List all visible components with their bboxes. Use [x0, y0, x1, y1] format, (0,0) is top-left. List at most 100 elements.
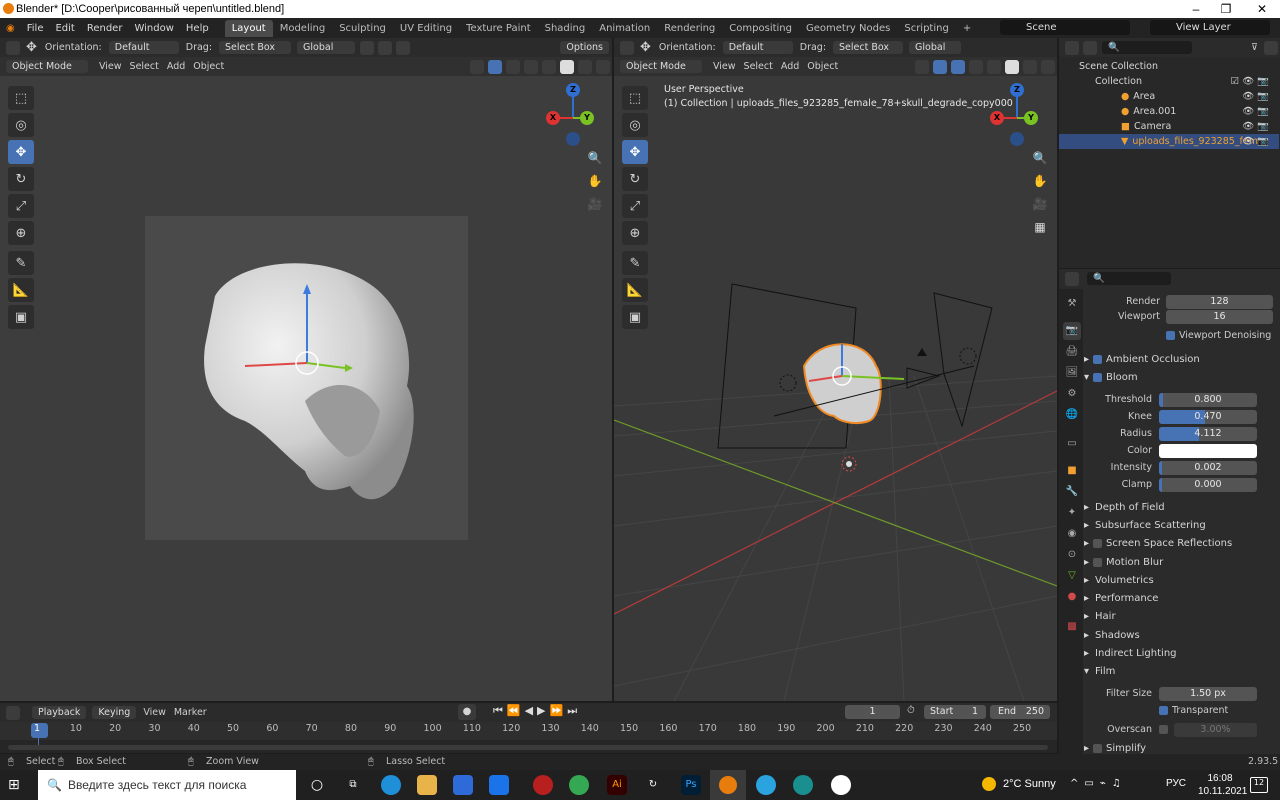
bloom-intensity-field[interactable]: 0.002 [1159, 461, 1257, 475]
zoom-icon[interactable]: 🔍 [1030, 148, 1050, 168]
material-tab-icon[interactable]: ● [1063, 588, 1081, 606]
drag-dropdown[interactable]: Select Box [833, 41, 904, 54]
timeline-scrollbar[interactable] [8, 745, 1048, 750]
notifications-icon[interactable]: 12 [1250, 777, 1268, 793]
playback-menu[interactable]: Playback [32, 706, 87, 719]
annotate-tool-icon[interactable]: ✎ [8, 251, 34, 275]
add-workspace-icon[interactable]: + [956, 20, 978, 37]
rotate-tool-icon[interactable]: ↻ [8, 167, 34, 191]
overscan-checkbox[interactable] [1159, 723, 1172, 737]
shading-solid-icon[interactable] [1005, 59, 1019, 74]
output-tab-icon[interactable]: 🖨 [1063, 343, 1081, 361]
bloom-section[interactable]: ▾ Bloom [1084, 369, 1274, 386]
rotate-tool-icon[interactable]: ↻ [622, 167, 648, 191]
outliner-item-area-001[interactable]: ● Area.001 👁 📷 [1059, 104, 1279, 119]
store-icon[interactable] [453, 775, 473, 795]
menu-render[interactable]: Render [81, 23, 129, 34]
cursor-tool-icon[interactable]: ◎ [8, 113, 34, 137]
render-samples-field[interactable]: 128 [1166, 295, 1273, 309]
film-transparent-checkbox[interactable]: Transparent [1159, 704, 1228, 718]
orientation-dropdown[interactable]: Default [108, 41, 179, 54]
options-dropdown[interactable]: Options [560, 41, 609, 54]
edge-icon[interactable] [381, 775, 401, 795]
chrome-icon[interactable] [569, 775, 589, 795]
tab-uv-editing[interactable]: UV Editing [393, 20, 459, 37]
select-box-tool-icon[interactable]: ⬚ [622, 86, 648, 110]
tab-scripting[interactable]: Scripting [897, 20, 955, 37]
view-layer-selector[interactable]: View Layer [1150, 20, 1270, 35]
performance-section[interactable]: ▸ Performance [1084, 590, 1274, 607]
texture-tab-icon[interactable]: ▩ [1063, 618, 1081, 636]
taskbar-search-input[interactable]: 🔍 Введите здесь текст для поиска [38, 770, 296, 800]
viewport-samples-field[interactable]: 16 [1166, 310, 1273, 324]
transform-tool-icon[interactable]: ⊕ [622, 221, 648, 245]
blender-menu-icon[interactable]: ◉ [0, 23, 21, 34]
shading-wire-icon[interactable] [987, 59, 1001, 74]
bloom-threshold-field[interactable]: 0.800 [1159, 393, 1257, 407]
measure-tool-icon[interactable]: 📐 [622, 278, 648, 302]
bloom-knee-field[interactable]: 0.470 [1159, 410, 1257, 424]
scale-tool-icon[interactable]: ⤢ [622, 194, 648, 218]
tab-animation[interactable]: Animation [592, 20, 657, 37]
clock[interactable]: 16:08 10.11.2021 [1198, 772, 1247, 798]
playback-controls[interactable]: ⏮⏪◀▶⏩⏭ [493, 704, 581, 718]
illustrator-icon[interactable]: Ai [607, 775, 627, 795]
motion-blur-section[interactable]: ▸ Motion Blur [1084, 554, 1274, 571]
overlay-icon[interactable] [951, 59, 965, 74]
simplify-section[interactable]: ▸ Simplify [1084, 743, 1274, 753]
menu-view[interactable]: View [713, 61, 736, 72]
select-box-tool-icon[interactable]: ⬚ [8, 86, 34, 110]
add-cube-tool-icon[interactable]: ▣ [8, 305, 34, 329]
maximize-icon[interactable]: ❐ [1210, 0, 1242, 18]
film-filter-size-field[interactable]: 1.50 px [1159, 687, 1257, 701]
hair-section[interactable]: ▸ Hair [1084, 608, 1274, 625]
outliner-scene-collection[interactable]: Scene Collection [1059, 59, 1279, 74]
proportional-icon[interactable] [396, 40, 411, 55]
cursor-tool-icon[interactable]: ◎ [622, 113, 648, 137]
scene-selector[interactable]: Scene [1000, 20, 1130, 35]
world-tab-icon[interactable]: 🌐 [1063, 406, 1081, 424]
editor-type-icon[interactable] [620, 40, 634, 55]
shading-rendered-icon[interactable] [1041, 59, 1055, 74]
measure-tool-icon[interactable]: 📐 [8, 278, 34, 302]
menu-add[interactable]: Add [781, 61, 799, 72]
gizmo-toggle-icon[interactable] [933, 59, 947, 74]
tab-compositing[interactable]: Compositing [722, 20, 799, 37]
pivot-icon[interactable] [360, 40, 375, 55]
bloom-color-swatch[interactable] [1159, 444, 1257, 458]
filter-icon[interactable]: ⊽ [1251, 42, 1258, 53]
transform-tool-icon[interactable]: ⊕ [8, 221, 34, 245]
overscan-field[interactable]: 3.00% [1174, 723, 1257, 737]
app4-icon[interactable] [831, 775, 851, 795]
scene-tab-icon[interactable]: ⚙ [1063, 385, 1081, 403]
app-icon[interactable] [533, 775, 553, 795]
photoshop-icon[interactable]: Ps [681, 775, 701, 795]
pan-hand-icon[interactable]: ✋ [1030, 171, 1050, 191]
render-tab-icon[interactable]: 📷 [1063, 322, 1081, 340]
editor-type-icon[interactable] [6, 705, 20, 720]
cortana-icon[interactable]: ○ [307, 775, 327, 795]
menu-file[interactable]: File [21, 23, 50, 34]
end-frame-field[interactable]: End 250 [990, 705, 1050, 719]
snap-icon[interactable] [378, 40, 393, 55]
overlay-icon[interactable] [506, 59, 520, 74]
xray-icon[interactable] [524, 59, 538, 74]
shading-wire-icon[interactable] [542, 59, 556, 74]
marker-menu[interactable]: Marker [174, 707, 207, 718]
windows-start-icon[interactable]: ⊞ [8, 777, 24, 793]
shading-material-icon[interactable] [578, 59, 592, 74]
shadows-section[interactable]: ▸ Shadows [1084, 627, 1274, 644]
transform-orientation-dropdown[interactable]: Global [909, 41, 962, 54]
camera-view-icon[interactable]: 🎥 [585, 194, 605, 214]
menu-edit[interactable]: Edit [49, 23, 80, 34]
editor-type-icon[interactable] [1065, 271, 1079, 286]
zoom-icon[interactable]: 🔍 [585, 148, 605, 168]
record-icon[interactable]: ● [458, 704, 476, 720]
menu-select[interactable]: Select [130, 61, 159, 72]
indirect-lighting-section[interactable]: ▸ Indirect Lighting [1084, 645, 1274, 662]
shading-solid-icon[interactable] [560, 59, 574, 74]
properties-search-input[interactable]: 🔍 [1087, 272, 1171, 285]
object-tab-icon[interactable]: ■ [1063, 462, 1081, 480]
timeline-view-menu[interactable]: View [143, 707, 166, 718]
xray-icon[interactable] [969, 59, 983, 74]
